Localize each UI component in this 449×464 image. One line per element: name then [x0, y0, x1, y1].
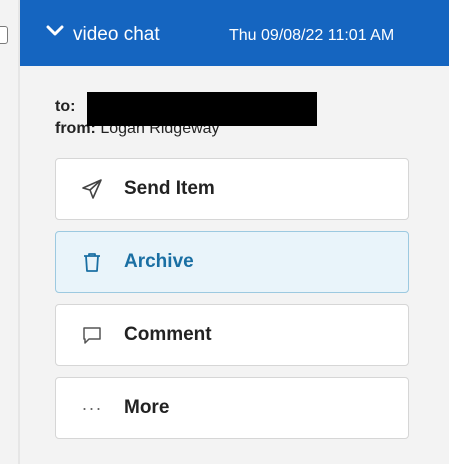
redacted-recipient [87, 92, 317, 126]
more-label: More [124, 397, 170, 418]
archive-button[interactable]: Archive [55, 231, 409, 293]
send-item-label: Send Item [124, 178, 215, 199]
to-label: to: [55, 98, 76, 115]
message-subject: video chat [73, 24, 160, 45]
archive-label: Archive [124, 251, 194, 272]
message-meta: to: from: Logan Ridgeway [55, 92, 317, 140]
more-button[interactable]: ··· More [55, 377, 409, 439]
left-gutter [0, 0, 20, 464]
message-header[interactable]: video chat Thu 09/08/22 11:01 AM [20, 0, 449, 66]
comment-icon [78, 321, 106, 349]
chevron-down-icon[interactable] [46, 24, 64, 38]
comment-button[interactable]: Comment [55, 304, 409, 366]
comment-label: Comment [124, 324, 212, 345]
more-icon: ··· [81, 397, 103, 418]
trash-icon [78, 248, 106, 276]
pane-divider [18, 0, 20, 464]
send-icon [78, 175, 106, 203]
message-date: Thu 09/08/22 11:01 AM [229, 27, 395, 44]
select-checkbox[interactable] [0, 26, 8, 44]
send-item-button[interactable]: Send Item [55, 158, 409, 220]
